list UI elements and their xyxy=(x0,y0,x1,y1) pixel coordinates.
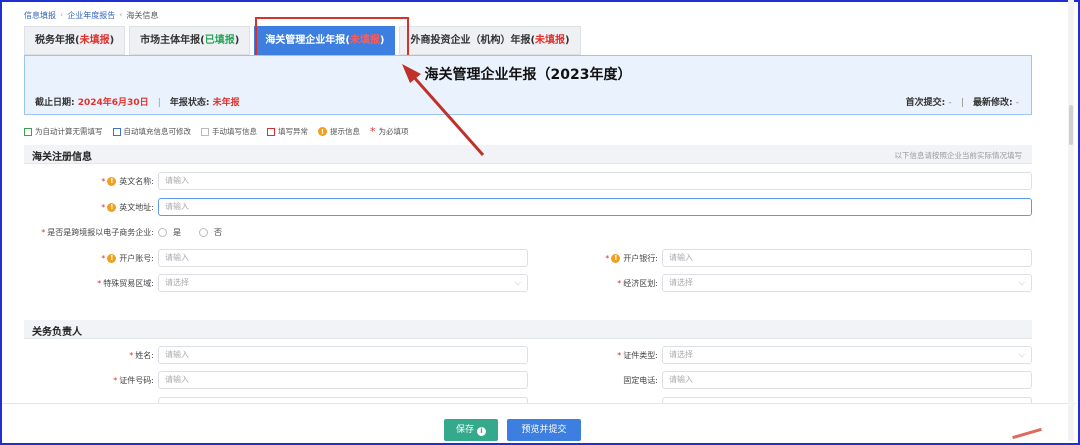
annotation-arrow-icon xyxy=(402,64,485,156)
